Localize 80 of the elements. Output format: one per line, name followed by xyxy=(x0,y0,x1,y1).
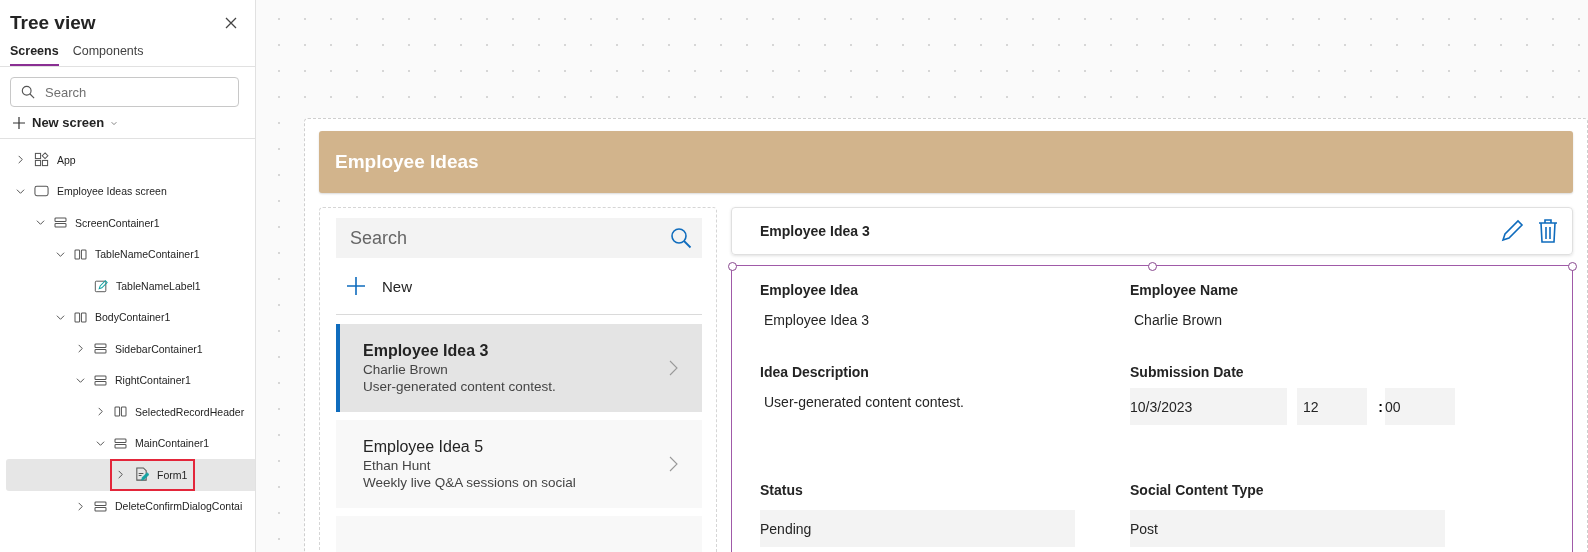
tree-item[interactable]: App xyxy=(6,144,255,176)
horizontal-container-icon xyxy=(74,311,87,323)
item-description: Weekly live Q&A sessions on social xyxy=(363,475,577,490)
item-title: Employee Idea 3 xyxy=(363,342,490,360)
tree-item[interactable]: DeleteConfirmDialogContai xyxy=(6,490,255,522)
chevron-right-icon[interactable] xyxy=(95,407,105,417)
gallery-search-field[interactable]: Search xyxy=(336,218,702,258)
chevron-down-icon[interactable] xyxy=(95,438,105,448)
label-edit-icon xyxy=(94,278,108,293)
screen-icon xyxy=(34,185,49,198)
gallery-item[interactable]: Employee Idea 3 Charlie Brown User-generated content contest. xyxy=(336,324,702,412)
tree-item[interactable]: RightContainer1 xyxy=(6,364,255,396)
gallery-item[interactable]: Employee Idea 5 Ethan Hunt Weekly live Q&A sessions on social xyxy=(336,420,702,508)
chevron-right-icon xyxy=(669,456,678,472)
item-title: Employee Idea 5 xyxy=(363,438,485,456)
tree-item[interactable]: SidebarContainer1 xyxy=(6,333,255,365)
field-value: Employee Idea 3 xyxy=(763,312,871,328)
tree-item[interactable]: ScreenContainer1 xyxy=(6,207,255,239)
delete-button[interactable] xyxy=(1538,219,1558,243)
vertical-container-icon xyxy=(54,217,67,229)
form-icon xyxy=(134,467,149,483)
plus-icon xyxy=(346,276,366,296)
field-label: Idea Description xyxy=(760,364,870,380)
chevron-right-icon[interactable] xyxy=(75,344,85,354)
item-name: Ethan Hunt xyxy=(363,458,432,473)
tree-item[interactable]: TableNameLabel1 xyxy=(6,270,255,302)
app-icon xyxy=(34,152,49,168)
chevron-down-icon[interactable] xyxy=(15,186,25,196)
tree-item[interactable]: MainContainer1 xyxy=(6,427,255,459)
tree-item[interactable]: SelectedRecordHeader xyxy=(6,396,255,428)
field-label: Submission Date xyxy=(1130,364,1245,380)
minute-field[interactable]: 00 xyxy=(1385,388,1455,425)
app-title: Employee Ideas xyxy=(335,151,479,173)
item-description: User-generated content contest. xyxy=(363,379,557,394)
item-name: Charlie Brown xyxy=(363,362,449,377)
chevron-down-icon[interactable] xyxy=(35,218,45,228)
vertical-container-icon xyxy=(94,500,107,512)
new-button[interactable]: New xyxy=(336,258,422,314)
search-icon xyxy=(670,227,692,249)
panel-title: Tree view xyxy=(10,12,96,34)
chevron-down-icon[interactable] xyxy=(75,375,85,385)
field-label: Employee Idea xyxy=(760,282,860,298)
vertical-container-icon xyxy=(94,374,107,386)
search-field[interactable]: Search xyxy=(10,77,239,107)
gallery-search-input[interactable]: Search xyxy=(348,226,670,250)
tree-item[interactable]: TableNameContainer1 xyxy=(6,238,255,270)
plus-icon xyxy=(12,115,26,130)
search-icon xyxy=(21,85,35,99)
horizontal-container-icon xyxy=(114,406,127,418)
tree-item[interactable]: BodyContainer1 xyxy=(6,301,255,333)
field-value: User-generated content contest. xyxy=(763,394,965,410)
tree-item[interactable]: Form1 xyxy=(6,459,255,491)
tree-item[interactable]: Employee Ideas screen xyxy=(6,175,255,207)
chevron-right-icon[interactable] xyxy=(15,155,25,165)
input-field[interactable]: Post xyxy=(1130,510,1445,547)
chevron-down-icon[interactable] xyxy=(55,312,65,322)
chevron-right-icon xyxy=(669,360,678,376)
date-field[interactable]: 10/3/2023 xyxy=(1130,388,1287,425)
resize-handle[interactable] xyxy=(728,262,737,271)
field-label: Social Content Type xyxy=(1130,482,1265,498)
vertical-container-icon xyxy=(94,343,107,355)
hour-field[interactable]: 12 xyxy=(1297,388,1367,425)
close-button[interactable] xyxy=(223,15,239,31)
input-field[interactable]: Pending xyxy=(760,510,1075,547)
field-label: Employee Name xyxy=(1130,282,1240,298)
tab[interactable]: Screens xyxy=(10,42,59,66)
chevron-right-icon[interactable] xyxy=(115,470,125,480)
field-label: Status xyxy=(760,482,804,498)
edit-button[interactable] xyxy=(1500,219,1524,243)
chevron-right-icon[interactable] xyxy=(75,501,85,511)
chevron-down-icon[interactable] xyxy=(55,249,65,259)
field-value: Charlie Brown xyxy=(1133,312,1223,328)
resize-handle[interactable] xyxy=(1148,262,1157,271)
record-title: Employee Idea 3 xyxy=(760,223,871,239)
new-screen-button[interactable]: New screen xyxy=(12,113,119,132)
horizontal-container-icon xyxy=(74,248,87,260)
resize-handle[interactable] xyxy=(1568,262,1577,271)
time-separator: : xyxy=(1377,398,1384,415)
tab[interactable]: Components xyxy=(72,42,144,66)
vertical-container-icon xyxy=(114,437,127,449)
